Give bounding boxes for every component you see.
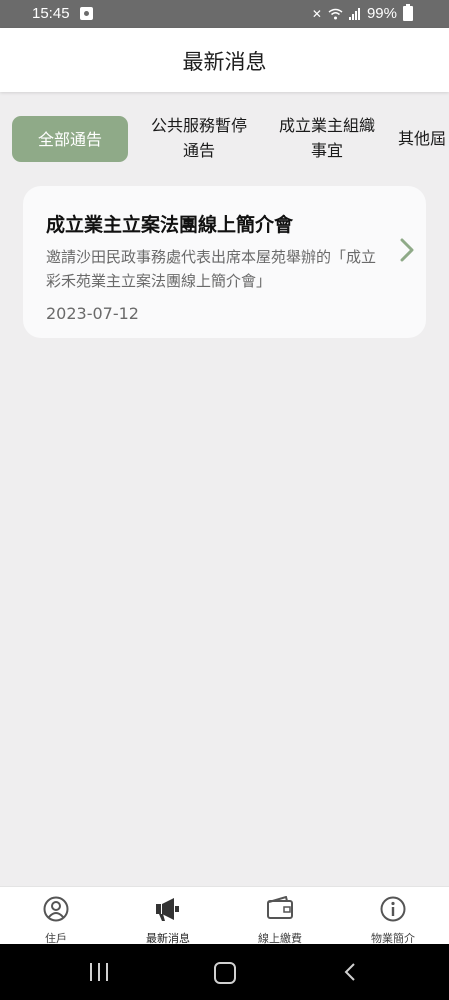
megaphone-icon: [156, 898, 179, 921]
home-button[interactable]: [214, 962, 236, 984]
tab-all-notices[interactable]: 全部通告: [12, 116, 128, 162]
wallet-icon: [267, 896, 293, 919]
notification-icon: [80, 7, 93, 20]
mute-icon: ✕: [311, 6, 322, 21]
status-bar: 15:45 ✕ 99%: [0, 0, 449, 28]
nav-online-payment[interactable]: 線上繳費: [224, 887, 336, 945]
news-card[interactable]: 成立業主立案法團線上簡介會 邀請沙田民政事務處代表出席本屋苑舉辦的「成立彩禾苑業…: [23, 186, 426, 338]
wifi-icon: [328, 8, 343, 19]
nav-residents[interactable]: 住戶: [0, 887, 112, 945]
recent-apps-button[interactable]: [90, 963, 110, 981]
page-title: 最新消息: [182, 50, 267, 74]
signal-icon: [348, 7, 360, 20]
battery-percent: 99%: [366, 5, 397, 22]
system-navigation-bar: [0, 944, 449, 1000]
app-header: 最新消息: [0, 28, 449, 92]
nav-news[interactable]: 最新消息: [112, 887, 224, 945]
person-icon: [43, 896, 69, 922]
info-icon: [380, 896, 406, 922]
category-tabs: 全部通告 公共服務暫停 通告 成立業主組織 事宜 其他屆: [0, 112, 449, 170]
tab-label: 公共服務暫停 通告: [150, 116, 247, 160]
nav-property-info[interactable]: 物業簡介: [337, 887, 449, 945]
tab-other[interactable]: 其他屆: [398, 112, 449, 164]
tab-owners-organization[interactable]: 成立業主組織 事宜: [268, 112, 386, 164]
tab-service-suspension[interactable]: 公共服務暫停 通告: [140, 112, 258, 164]
bottom-navigation: 住戶 最新消息 線上繳費 物業簡介: [0, 886, 449, 945]
news-title: 成立業主立案法團線上簡介會: [46, 214, 294, 236]
tab-label: 成立業主組織 事宜: [278, 116, 375, 160]
news-description: 邀請沙田民政事務處代表出席本屋苑舉辦的「成立彩禾苑業主立案法團線上簡介會」: [46, 248, 377, 290]
back-button[interactable]: [344, 962, 356, 982]
status-time: 15:45: [32, 5, 70, 22]
chevron-right-icon: [400, 238, 414, 262]
news-date: 2023-07-12: [46, 304, 139, 323]
battery-icon: [403, 4, 413, 21]
status-icons: ✕ 99%: [311, 4, 413, 22]
